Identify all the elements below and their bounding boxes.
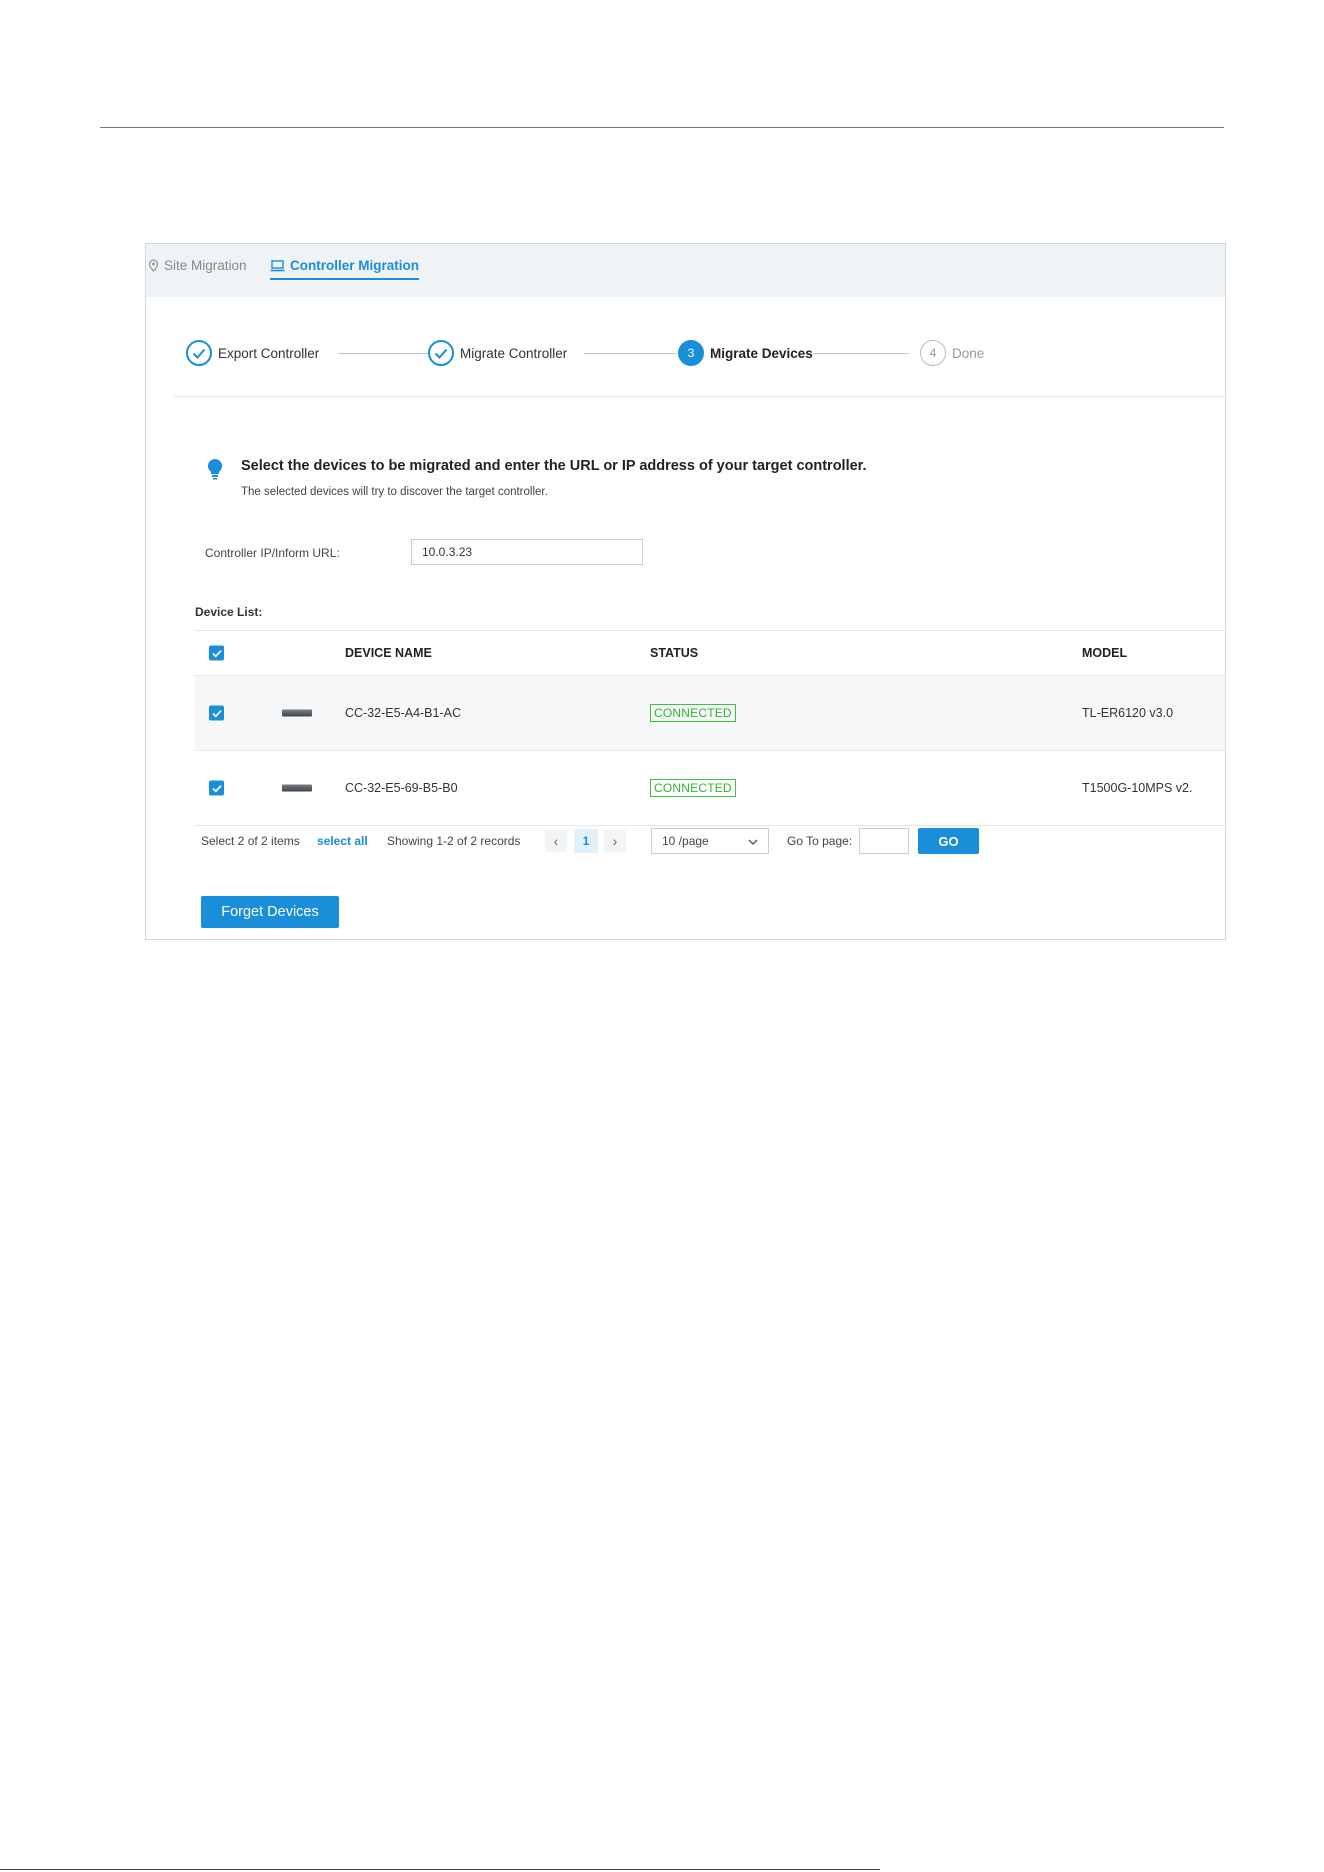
- check-icon: [428, 340, 454, 366]
- step-label: Migrate Controller: [460, 345, 568, 361]
- page-size-value: 10 /page: [662, 834, 709, 848]
- device-name: CC-32-E5-A4-B1-AC: [345, 706, 462, 720]
- chevron-down-icon: [748, 834, 758, 848]
- pagination-bar: Select 2 of 2 items select all Showing 1…: [201, 826, 1201, 856]
- controller-ip-label: Controller IP/Inform URL:: [205, 546, 340, 560]
- column-header-status[interactable]: STATUS: [650, 646, 698, 660]
- chevron-left-icon: ‹: [553, 833, 559, 849]
- step-connector: [338, 353, 432, 354]
- migration-panel: Site Migration Controller Migration Expo…: [145, 243, 1226, 940]
- step-connector: [584, 353, 676, 354]
- check-icon: [186, 340, 212, 366]
- status-badge-text: CONNECTED: [650, 704, 736, 722]
- page-top-rule: [100, 127, 1224, 128]
- status-badge: CONNECTED: [650, 779, 736, 797]
- page-size-select[interactable]: 10 /page: [651, 828, 769, 854]
- table-row[interactable]: CC-32-E5-A4-B1-AC CONNECTED TL-ER6120 v3…: [194, 675, 1225, 750]
- row-checkbox[interactable]: [209, 705, 224, 721]
- column-header-model[interactable]: MODEL: [1082, 646, 1127, 660]
- device-list-label: Device List:: [195, 605, 263, 619]
- step-label: Done: [952, 345, 985, 361]
- selection-count: Select 2 of 2 items: [201, 834, 300, 848]
- next-page-button[interactable]: ›: [604, 830, 626, 852]
- step-connector: [813, 353, 909, 354]
- device-thumbnail-icon: [282, 709, 312, 717]
- forget-devices-button[interactable]: Forget Devices: [201, 896, 339, 928]
- step-migrate-devices: 3 Migrate Devices: [678, 340, 813, 366]
- tab-site-migration[interactable]: Site Migration: [148, 258, 247, 273]
- page-bottom-rule: [0, 1869, 880, 1870]
- tip-title: Select the devices to be migrated and en…: [241, 458, 867, 474]
- step-done: 4 Done: [920, 340, 984, 366]
- status-badge-text: CONNECTED: [650, 779, 736, 797]
- device-thumbnail-icon: [282, 784, 312, 792]
- step-migrate-controller: Migrate Controller: [428, 340, 567, 366]
- divider: [174, 396, 1225, 397]
- tip-subtitle: The selected devices will try to discove…: [241, 486, 548, 498]
- records-summary: Showing 1-2 of 2 records: [387, 834, 521, 848]
- device-model: T1500G-10MPS v2.: [1082, 781, 1193, 795]
- site-pin-icon: [148, 258, 159, 273]
- row-checkbox[interactable]: [209, 780, 224, 796]
- migration-tabs: Site Migration Controller Migration: [146, 244, 1225, 297]
- lightbulb-icon: [206, 458, 224, 485]
- table-row[interactable]: CC-32-E5-69-B5-B0 CONNECTED T1500G-10MPS…: [194, 750, 1225, 826]
- go-to-page-input[interactable]: [859, 828, 909, 854]
- page-number-button[interactable]: 1: [574, 829, 598, 853]
- step-label: Migrate Devices: [710, 345, 813, 361]
- select-all-checkbox[interactable]: [209, 645, 224, 661]
- step-number: 4: [920, 340, 946, 366]
- controller-ip-input[interactable]: [411, 539, 643, 565]
- go-to-page-label: Go To page:: [787, 834, 853, 848]
- column-header-device-name[interactable]: DEVICE NAME: [345, 646, 432, 660]
- tab-controller-migration-label: Controller Migration: [290, 258, 419, 273]
- go-button[interactable]: GO: [918, 828, 979, 854]
- step-label: Export Controller: [218, 345, 320, 361]
- step-number: 3: [678, 340, 704, 366]
- status-badge: CONNECTED: [650, 704, 736, 722]
- step-export-controller: Export Controller: [186, 340, 319, 366]
- select-all-link[interactable]: select all: [317, 834, 368, 848]
- prev-page-button[interactable]: ‹: [545, 830, 567, 852]
- device-table: DEVICE NAME STATUS MODEL CC-32-E5-A4-B1-…: [194, 630, 1225, 826]
- controller-icon: [270, 259, 285, 272]
- device-name: CC-32-E5-69-B5-B0: [345, 781, 458, 795]
- chevron-right-icon: ›: [612, 833, 618, 849]
- table-header: DEVICE NAME STATUS MODEL: [194, 630, 1225, 675]
- tab-site-migration-label: Site Migration: [164, 258, 247, 273]
- device-model: TL-ER6120 v3.0: [1082, 706, 1174, 720]
- migration-stepper: Export Controller Migrate Controller 3 M…: [186, 340, 1186, 370]
- tab-controller-migration[interactable]: Controller Migration: [270, 258, 419, 280]
